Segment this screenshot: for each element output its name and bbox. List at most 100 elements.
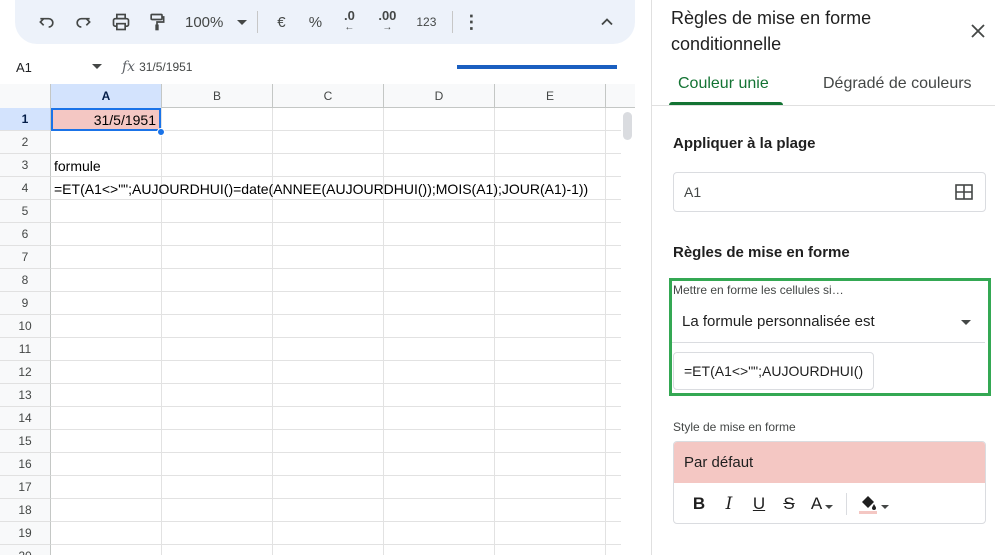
active-tab-indicator: [669, 102, 783, 105]
row-header[interactable]: 18: [0, 499, 51, 522]
row-header[interactable]: 13: [0, 384, 51, 407]
row-gridline: [51, 544, 621, 545]
currency-button[interactable]: €: [268, 7, 294, 37]
toolbar-divider: [257, 11, 259, 33]
row-gridline: [51, 199, 621, 200]
column-gridline: [605, 108, 606, 555]
row-header[interactable]: 15: [0, 430, 51, 453]
column-header[interactable]: B: [162, 84, 273, 108]
row-header[interactable]: 7: [0, 246, 51, 269]
more-options-icon[interactable]: ⋮: [462, 7, 480, 37]
collapse-toolbar-icon[interactable]: [597, 7, 617, 37]
chevron-down-icon: [825, 505, 834, 509]
row-header[interactable]: 16: [0, 453, 51, 476]
bold-button[interactable]: B: [684, 489, 714, 519]
style-label: Style de mise en forme: [673, 420, 796, 434]
column-headers: ABCDE: [0, 84, 635, 108]
tab-bar: Couleur unie Dégradé de couleurs: [652, 62, 995, 106]
percent-button[interactable]: %: [302, 7, 328, 37]
column-header[interactable]: C: [273, 84, 384, 108]
column-header[interactable]: A: [51, 84, 162, 108]
row-header[interactable]: 20: [0, 545, 51, 555]
column-header[interactable]: E: [495, 84, 606, 108]
range-input[interactable]: A1: [673, 172, 986, 212]
row-header[interactable]: 9: [0, 292, 51, 315]
row-header[interactable]: 4: [0, 177, 51, 200]
fill-color-icon: [858, 496, 877, 514]
vertical-scrollbar[interactable]: [623, 112, 632, 140]
tab-single-color[interactable]: Couleur unie: [678, 62, 769, 106]
zoom-select[interactable]: 100%: [185, 7, 248, 37]
row-gridline: [51, 475, 621, 476]
decrease-decimals-label: .0: [343, 8, 355, 23]
row-header[interactable]: 3: [0, 154, 51, 177]
row-header[interactable]: 1: [0, 108, 51, 131]
row-gridline: [51, 222, 621, 223]
chevron-down-icon: [880, 505, 889, 509]
redo-icon[interactable]: [71, 7, 95, 37]
row-header[interactable]: 6: [0, 223, 51, 246]
row-gridline: [51, 268, 621, 269]
increase-decimals-button[interactable]: .00 →: [370, 7, 404, 37]
fill-handle[interactable]: [157, 128, 165, 136]
row-header[interactable]: 2: [0, 131, 51, 154]
condition-value: La formule personnalisée est: [682, 313, 875, 330]
cell-a1[interactable]: 31/5/1951: [51, 108, 161, 131]
spreadsheet-grid[interactable]: ABCDE 1234567891011121314151617181920 31…: [0, 84, 635, 555]
increase-decimals-label: .00: [378, 8, 397, 23]
format-divider: [846, 493, 847, 515]
name-box[interactable]: A1: [0, 52, 110, 82]
row-gridline: [51, 153, 621, 154]
row-gridline: [51, 521, 621, 522]
decrease-decimals-button[interactable]: .0 ←: [334, 7, 364, 37]
style-preview[interactable]: Par défaut: [674, 442, 985, 483]
fx-icon: fx: [122, 59, 136, 75]
paint-format-icon[interactable]: [145, 7, 169, 37]
tab-color-scale[interactable]: Dégradé de couleurs: [823, 62, 972, 106]
row-gridline: [51, 337, 621, 338]
italic-button[interactable]: I: [714, 489, 744, 519]
row-header[interactable]: 8: [0, 269, 51, 292]
row-header[interactable]: 17: [0, 476, 51, 499]
condition-label: Mettre en forme les cellules si…: [673, 283, 844, 297]
column-header[interactable]: D: [384, 84, 495, 108]
cell-a3[interactable]: formule: [54, 158, 101, 174]
loading-bar: [457, 65, 617, 69]
column-gridline: [494, 108, 495, 555]
fill-color-button[interactable]: [853, 489, 893, 519]
format-toolbar: B I U S A: [674, 484, 985, 523]
undo-icon[interactable]: [35, 7, 59, 37]
strikethrough-button[interactable]: S: [774, 489, 804, 519]
toolbar-divider: [452, 11, 454, 33]
row-gridline: [51, 406, 621, 407]
row-header[interactable]: 14: [0, 407, 51, 430]
name-box-value: A1: [16, 59, 32, 75]
apply-range-label: Appliquer à la plage: [673, 135, 816, 152]
zoom-value: 100%: [185, 13, 224, 31]
cell-a4[interactable]: =ET(A1<>"";AUJOURDHUI()=date(ANNEE(AUJOU…: [54, 181, 588, 197]
row-gridline: [51, 245, 621, 246]
panel-title: Règles de mise en forme conditionnelle: [671, 8, 872, 54]
arrow-left-icon: ←: [344, 22, 355, 33]
text-color-button[interactable]: A: [804, 489, 840, 519]
row-header[interactable]: 5: [0, 200, 51, 223]
select-all-corner[interactable]: [0, 84, 51, 108]
underline-button[interactable]: U: [744, 489, 774, 519]
number-format-button[interactable]: 123: [410, 7, 442, 37]
format-style-box: Par défaut B I U S A: [673, 441, 986, 524]
condition-select[interactable]: La formule personnalisée est: [672, 301, 985, 343]
row-header[interactable]: 12: [0, 361, 51, 384]
custom-formula-input[interactable]: =ET(A1<>"";AUJOURDHUI(): [673, 352, 874, 390]
row-header[interactable]: 19: [0, 522, 51, 545]
column-gridline: [161, 108, 162, 555]
column-gridline: [383, 108, 384, 555]
toolbar: 100% € % .0 ← .00 → 123 ⋮: [15, 0, 635, 44]
row-header[interactable]: 10: [0, 315, 51, 338]
close-icon[interactable]: [970, 23, 986, 39]
row-header[interactable]: 11: [0, 338, 51, 361]
row-gridline: [51, 498, 621, 499]
print-icon[interactable]: [109, 7, 133, 37]
select-range-icon[interactable]: [955, 184, 973, 200]
row-gridline: [51, 383, 621, 384]
formula-input[interactable]: 31/5/1951: [139, 60, 192, 74]
